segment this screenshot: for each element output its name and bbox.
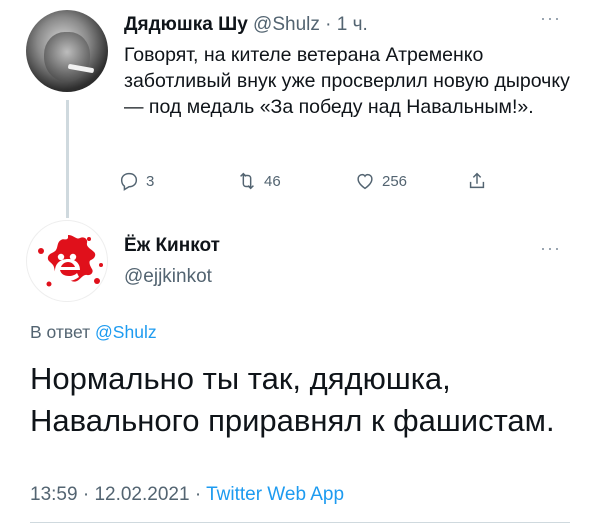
- avatar-dyadyushka-shu[interactable]: [26, 10, 108, 92]
- thread-connector-line: [66, 100, 69, 218]
- reply-tweet-text: Нормально ты так, дядюшка, Навального пр…: [30, 361, 555, 438]
- like-button[interactable]: 256: [354, 170, 407, 192]
- tweet-source-link[interactable]: Twitter Web App: [206, 484, 344, 505]
- tweet-text: Говорят, на кителе ветерана Атременко за…: [124, 44, 570, 118]
- tweet-header: Дядюшка Шу @Shulz · 1 ч.: [124, 14, 368, 36]
- tweet-time[interactable]: 13:59: [30, 484, 78, 505]
- reply-context: В ответ @Shulz: [30, 322, 157, 343]
- share-button[interactable]: [466, 170, 494, 192]
- share-icon: [469, 172, 485, 189]
- separator: ·: [325, 14, 332, 35]
- retweet-button[interactable]: 46: [236, 170, 281, 192]
- retweet-count: 46: [264, 172, 281, 190]
- retweet-icon: [240, 172, 254, 190]
- reply-prefix: В ответ: [30, 322, 91, 342]
- splash-logo-icon: [38, 235, 103, 287]
- tweet-actions: 3 46 256: [118, 170, 518, 194]
- tweet-original: Дядюшка Шу @Shulz · 1 ч. ··· Говорят, на…: [0, 0, 600, 220]
- more-icon[interactable]: ···: [540, 238, 561, 259]
- author-handle[interactable]: @Shulz: [253, 14, 320, 35]
- author-name[interactable]: Дядюшка Шу: [124, 14, 248, 35]
- divider: [30, 522, 570, 523]
- reply-count: 3: [146, 172, 155, 190]
- more-icon[interactable]: ···: [540, 8, 561, 29]
- like-count: 256: [382, 172, 408, 190]
- reply-icon: [120, 172, 138, 191]
- avatar-ezh-kinkot[interactable]: [26, 220, 108, 302]
- reply-author-name[interactable]: Ёж Кинкот: [124, 235, 220, 257]
- tweet-date[interactable]: 12.02.2021: [94, 484, 189, 505]
- tweet-time[interactable]: 1 ч.: [337, 14, 368, 35]
- reply-to-handle-link[interactable]: @Shulz: [95, 322, 157, 342]
- separator: ·: [82, 484, 90, 505]
- separator: ·: [194, 484, 202, 505]
- avatar-face: [44, 32, 90, 82]
- heart-icon: [357, 173, 373, 190]
- reply-author-handle[interactable]: @ejjkinkot: [124, 266, 212, 288]
- reply-button[interactable]: 3: [118, 170, 154, 192]
- tweet-metadata: 13:59 · 12.02.2021 · Twitter Web App: [30, 484, 344, 506]
